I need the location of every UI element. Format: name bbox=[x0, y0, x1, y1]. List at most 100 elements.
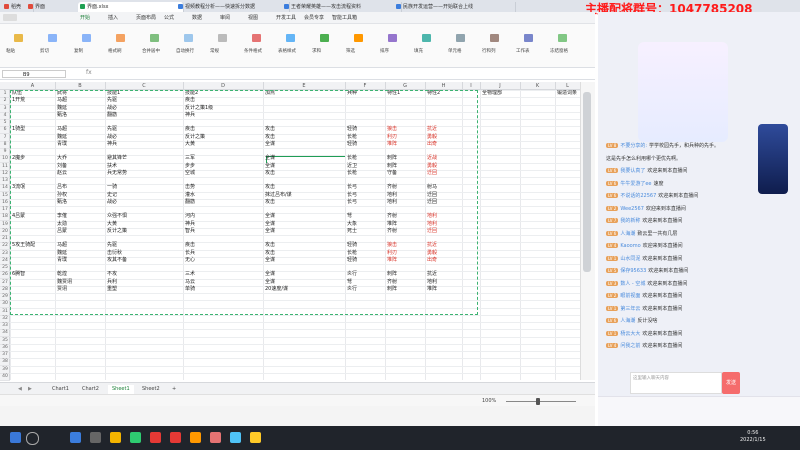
taskbar-app-icon[interactable] bbox=[110, 432, 121, 443]
chat-username[interactable]: 不说话的22567 bbox=[620, 193, 656, 199]
ribbon-tool-12[interactable]: 填充 bbox=[412, 32, 444, 62]
grid-line bbox=[10, 322, 580, 323]
column-header-K[interactable]: K bbox=[520, 82, 556, 90]
browser-tab[interactable]: 界面 bbox=[26, 2, 86, 12]
taskbar-app-icon[interactable] bbox=[130, 432, 141, 443]
ribbon-tool-3[interactable]: 格式刷 bbox=[106, 32, 138, 62]
rank-badge-icon[interactable] bbox=[758, 124, 788, 194]
chat-username[interactable]: 杨云大大 bbox=[620, 331, 640, 337]
column-header-B[interactable]: B bbox=[55, 82, 106, 90]
add-sheet-button[interactable]: + bbox=[168, 385, 180, 394]
next-sheet-icon[interactable]: ▶ bbox=[24, 385, 36, 394]
chat-input[interactable]: 这里输入聊天内容 bbox=[630, 372, 722, 394]
taskbar-app-icon[interactable] bbox=[230, 432, 241, 443]
ribbon-tool-10[interactable]: 筛选 bbox=[344, 32, 376, 62]
ribbon-tool-9[interactable]: 求和 bbox=[310, 32, 342, 62]
column-header-D[interactable]: D bbox=[183, 82, 264, 90]
scrollbar-thumb[interactable] bbox=[583, 92, 591, 272]
menu-1[interactable]: 插入 bbox=[108, 14, 118, 21]
browser-tab[interactable]: 视频教程分析——快速拆分数据 bbox=[176, 2, 290, 12]
browser-tab[interactable]: 民族开发运营——开始联合上线 bbox=[394, 2, 516, 12]
column-header-I[interactable]: I bbox=[462, 82, 481, 90]
column-header-A[interactable]: A bbox=[10, 82, 56, 90]
column-header-L[interactable]: L bbox=[555, 82, 581, 90]
search-icon[interactable] bbox=[26, 432, 39, 445]
menu-0[interactable]: 开始 bbox=[80, 14, 90, 21]
cell[interactable]: 全物理部 bbox=[482, 90, 502, 97]
ribbon-tool-11[interactable]: 排序 bbox=[378, 32, 410, 62]
browser-tab[interactable]: 王者荣耀英雄——攻击流程资料 bbox=[282, 2, 402, 12]
ribbon-tool-13[interactable]: 单元格 bbox=[446, 32, 478, 62]
ribbon-tool-6[interactable]: 常规 bbox=[208, 32, 240, 62]
sheet-tab[interactable]: Chart1 bbox=[48, 385, 73, 394]
chat-username[interactable]: 牛牛爱游了ee bbox=[620, 181, 651, 187]
menu-9[interactable]: 智能工具箱 bbox=[332, 14, 357, 21]
sheet-tab[interactable]: Sheet2 bbox=[138, 385, 164, 394]
taskbar-app-icon[interactable] bbox=[190, 432, 201, 443]
ribbon-tool-15[interactable]: 工作表 bbox=[514, 32, 546, 62]
live-stream-panel: LV 8 不要分享的: 学学校园先手，和兵种的先手。 这是先手怎么利用哪个更优先啊。 L… bbox=[598, 12, 800, 426]
column-header-G[interactable]: G bbox=[385, 82, 426, 90]
taskbar-app-icon[interactable] bbox=[90, 432, 101, 443]
ribbon-tool-5[interactable]: 自动换行 bbox=[174, 32, 206, 62]
menu-5[interactable]: 审阅 bbox=[220, 14, 230, 21]
browser-tab[interactable]: 界面.xlsx bbox=[78, 2, 184, 12]
chat-username[interactable]: 第三年云 bbox=[620, 306, 640, 312]
menu-3[interactable]: 公式 bbox=[164, 14, 174, 21]
ribbon-tool-14[interactable]: 行和列 bbox=[480, 32, 512, 62]
ribbon-tool-1[interactable]: 剪切 bbox=[38, 32, 70, 62]
ribbon-tool-16[interactable]: 冻结窗格 bbox=[548, 32, 580, 62]
zoom-slider-knob[interactable] bbox=[536, 398, 540, 405]
menu-6[interactable]: 视图 bbox=[248, 14, 258, 21]
column-header-J[interactable]: J bbox=[480, 82, 521, 90]
chat-username[interactable]: 眼前视面 bbox=[620, 293, 640, 299]
taskbar-app-icon[interactable] bbox=[70, 432, 81, 443]
chat-username[interactable]: 数人 - 空城 bbox=[620, 281, 645, 287]
tool-label: 自动换行 bbox=[176, 49, 194, 54]
chat-username[interactable]: 人海潮 bbox=[620, 231, 635, 237]
ribbon-tool-0[interactable]: 粘贴 bbox=[4, 32, 36, 62]
ribbon-tool-2[interactable]: 复制 bbox=[72, 32, 104, 62]
chat-username[interactable]: Kaoomo bbox=[620, 243, 640, 249]
fx-icon[interactable]: fx bbox=[86, 69, 92, 76]
tool-label: 复制 bbox=[74, 49, 83, 54]
column-header-E[interactable]: E bbox=[263, 82, 346, 90]
sheet-tab[interactable]: Chart2 bbox=[78, 385, 103, 394]
menu-2[interactable]: 页面布局 bbox=[136, 14, 156, 21]
tab-favicon-icon bbox=[28, 4, 33, 9]
taskbar-app-icon[interactable] bbox=[250, 432, 261, 443]
column-header-F[interactable]: F bbox=[345, 82, 386, 90]
start-icon[interactable] bbox=[10, 432, 21, 443]
column-header-H[interactable]: H bbox=[425, 82, 463, 90]
column-header-C[interactable]: C bbox=[105, 82, 184, 90]
cell[interactable]: 锻造词条 bbox=[557, 90, 577, 97]
name-box[interactable]: B9 bbox=[2, 70, 66, 78]
chat-username[interactable]: 不要分享的: bbox=[620, 143, 647, 149]
taskbar-app-icon[interactable] bbox=[170, 432, 181, 443]
send-button[interactable]: 发送 bbox=[722, 372, 740, 394]
ribbon-tool-8[interactable]: 表格样式 bbox=[276, 32, 308, 62]
chat-username[interactable]: 我要认真了 bbox=[620, 168, 645, 174]
taskbar-app-icon[interactable] bbox=[150, 432, 161, 443]
menu-8[interactable]: 会员专享 bbox=[304, 14, 324, 21]
app-menu-icon[interactable] bbox=[3, 14, 17, 21]
ribbon-tool-7[interactable]: 条件格式 bbox=[242, 32, 274, 62]
menu-7[interactable]: 开发工具 bbox=[276, 14, 296, 21]
ribbon-tool-4[interactable]: 合并居中 bbox=[140, 32, 172, 62]
zoom-slider[interactable] bbox=[506, 401, 576, 402]
chat-username[interactable]: 问我之前 bbox=[620, 343, 640, 349]
chat-username[interactable]: 人海潮 bbox=[620, 318, 635, 324]
taskbar-app-icon[interactable] bbox=[210, 432, 221, 443]
chat-username[interactable]: 我的新称 bbox=[620, 218, 640, 224]
level-badge: LV 6 bbox=[606, 230, 619, 236]
tool-icon bbox=[252, 34, 261, 42]
chat-username[interactable]: Wee2567 bbox=[620, 206, 644, 212]
chat-username[interactable]: 保存95633 bbox=[620, 268, 646, 274]
menu-4[interactable]: 数据 bbox=[192, 14, 202, 21]
row-header[interactable]: 40 bbox=[0, 373, 10, 381]
chat-message: 这是先手怎么利用哪个更优先啊。 bbox=[606, 155, 681, 162]
tool-label: 表格样式 bbox=[278, 49, 296, 54]
chat-username[interactable]: 山水同泥 bbox=[620, 256, 640, 262]
zoom-level[interactable]: 100% bbox=[482, 398, 496, 404]
clock[interactable]: 0:56 2022/1/15 bbox=[740, 430, 766, 444]
